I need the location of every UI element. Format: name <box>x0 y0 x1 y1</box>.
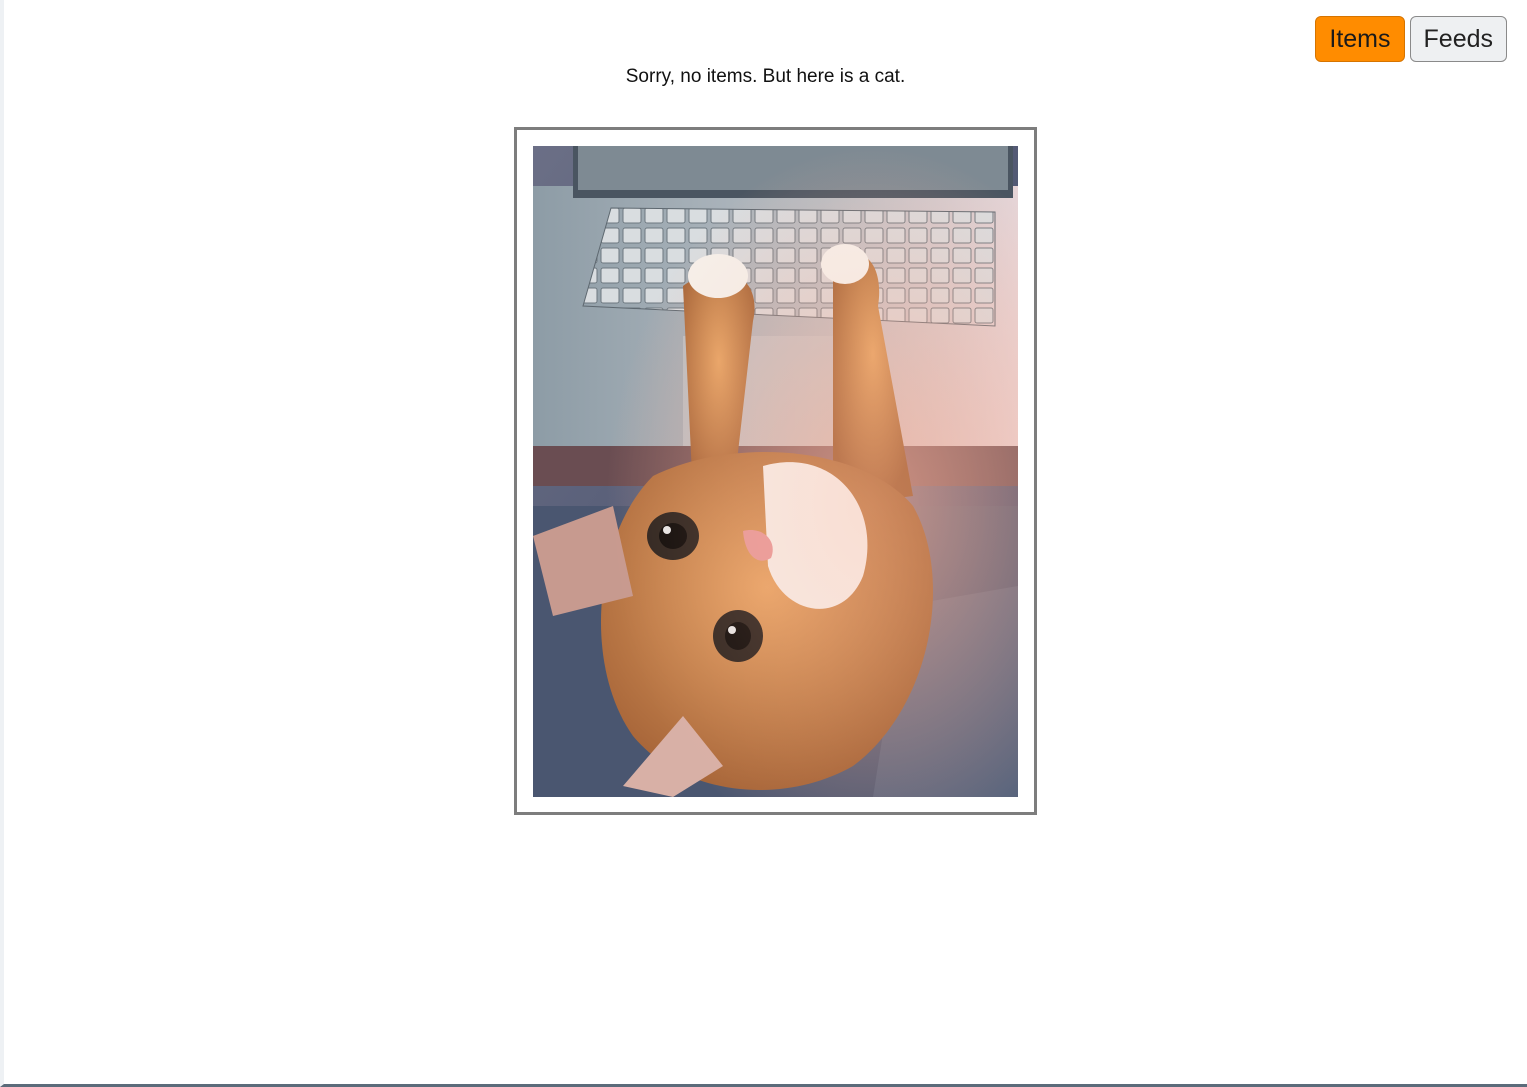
empty-message: Sorry, no items. But here is a cat. <box>625 66 906 87</box>
top-nav: Items Feeds <box>1315 16 1507 62</box>
page: Items Feeds Sorry, no items. But here is… <box>0 0 1527 1087</box>
cat-photo-frame <box>514 127 1037 815</box>
items-button[interactable]: Items <box>1315 16 1405 62</box>
cat-photo <box>533 146 1018 797</box>
feeds-button[interactable]: Feeds <box>1409 16 1507 62</box>
